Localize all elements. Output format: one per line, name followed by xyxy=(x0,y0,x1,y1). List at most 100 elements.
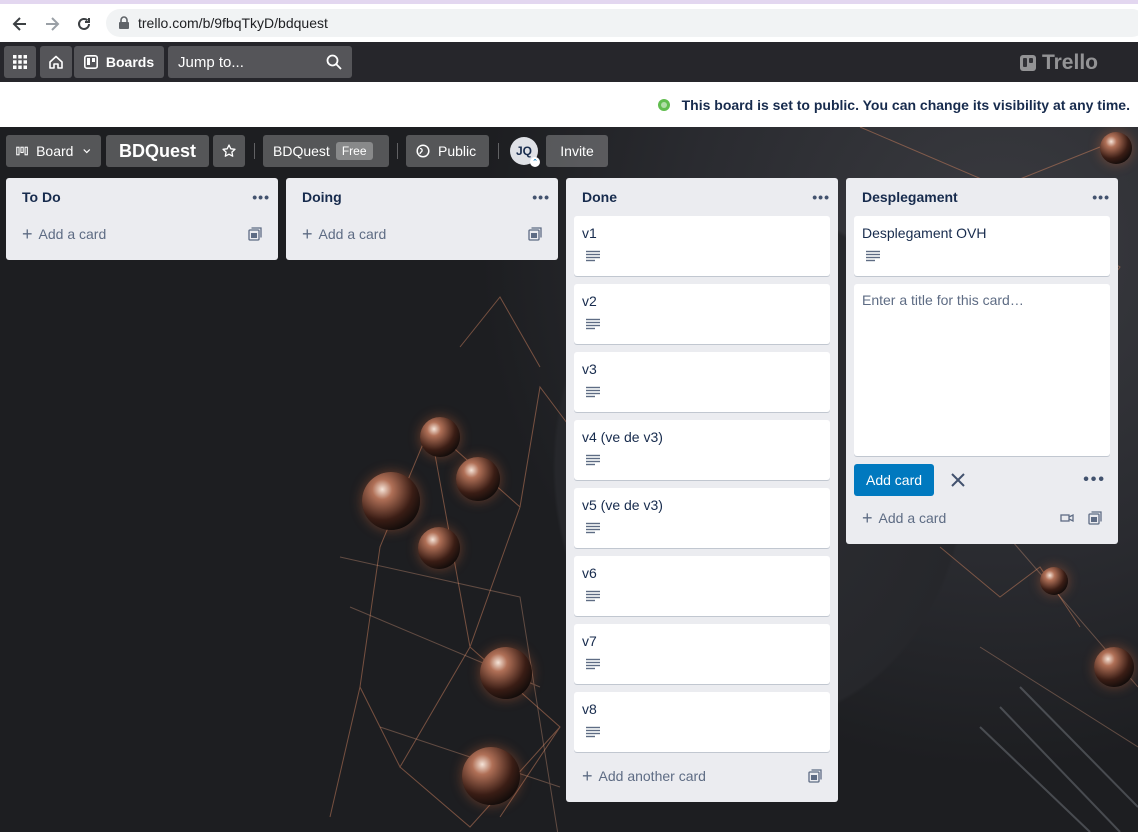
list-to-do: To Do ••• + Add a card xyxy=(6,178,278,260)
description-icon xyxy=(586,658,600,670)
home-button[interactable] xyxy=(40,46,72,78)
star-button[interactable] xyxy=(213,135,245,167)
url-text: trello.com/b/9fbqTkyD/bdquest xyxy=(138,15,328,31)
card[interactable]: v7 xyxy=(574,624,830,684)
card[interactable]: v5 (ve de v3) xyxy=(574,488,830,548)
card[interactable]: v2 xyxy=(574,284,830,344)
visibility-button[interactable]: Public xyxy=(406,135,489,167)
composer-controls: Add card ••• xyxy=(854,464,1110,496)
add-card-button[interactable]: + Add another card xyxy=(574,758,830,794)
address-bar[interactable]: trello.com/b/9fbqTkyD/bdquest xyxy=(106,9,1138,37)
card[interactable]: v3 xyxy=(574,352,830,412)
add-card-button[interactable]: + Add a card xyxy=(854,500,1110,536)
browser-toolbar: trello.com/b/9fbqTkyD/bdquest xyxy=(0,0,1138,42)
add-card-button[interactable]: + Add a card xyxy=(294,216,550,252)
add-card-submit-button[interactable]: Add card xyxy=(854,464,935,496)
workspace-button[interactable]: BDQuest Free xyxy=(263,135,389,167)
card-title: v3 xyxy=(582,361,597,377)
reload-icon[interactable] xyxy=(72,12,96,36)
star-icon xyxy=(222,144,236,157)
invite-button[interactable]: Invite xyxy=(546,135,608,167)
card-title-input[interactable] xyxy=(862,292,1102,448)
camera-icon[interactable] xyxy=(1060,513,1074,523)
board-icon xyxy=(83,55,98,69)
list-title[interactable]: Doing xyxy=(302,189,342,205)
board-view-switcher[interactable]: Board xyxy=(6,135,101,167)
list-menu-icon[interactable]: ••• xyxy=(252,189,270,205)
card-title: v4 (ve de v3) xyxy=(582,429,663,445)
visibility-banner: This board is set to public. You can cha… xyxy=(0,82,1138,127)
add-card-button[interactable]: + Add a card xyxy=(14,216,270,252)
list-title[interactable]: Done xyxy=(582,189,617,205)
description-icon xyxy=(586,318,600,330)
description-icon xyxy=(586,726,600,738)
list-header[interactable]: Doing ••• xyxy=(286,178,558,216)
plus-icon: + xyxy=(22,224,33,244)
divider xyxy=(254,143,255,159)
card-title: v5 (ve de v3) xyxy=(582,497,663,513)
card-title: v6 xyxy=(582,565,597,581)
avatar-initials: JQ xyxy=(515,144,532,158)
app-header: Boards Jump to... Trello xyxy=(0,42,1138,82)
forward-arrow-icon[interactable] xyxy=(40,12,64,36)
back-arrow-icon[interactable] xyxy=(8,12,32,36)
background-sphere xyxy=(1094,647,1134,687)
card-template-icon[interactable] xyxy=(1088,511,1102,525)
description-icon xyxy=(586,386,600,398)
jump-placeholder: Jump to... xyxy=(178,53,244,71)
visibility-label: Public xyxy=(438,143,477,159)
board-header: Board BDQuest BDQuest Free Public JQ ⌃ I… xyxy=(0,135,1138,167)
add-card-label: Add a card xyxy=(38,226,107,242)
description-icon xyxy=(586,522,600,534)
boards-button[interactable]: Boards xyxy=(74,46,164,78)
card-title: v1 xyxy=(582,225,597,241)
add-card-label: Add a card xyxy=(878,510,947,526)
card-template-icon[interactable] xyxy=(528,227,542,241)
list-menu-icon[interactable]: ••• xyxy=(812,189,830,205)
add-card-label: Add a card xyxy=(318,226,387,242)
list-menu-icon[interactable]: ••• xyxy=(1092,189,1110,205)
add-card-label: Add another card xyxy=(598,768,706,784)
background-sphere xyxy=(418,527,460,569)
list-title[interactable]: Desplegament xyxy=(862,189,958,205)
plan-badge: Free xyxy=(335,142,373,160)
divider xyxy=(498,143,499,159)
card[interactable]: Desplegament OVH xyxy=(854,216,1110,276)
trello-logo-icon xyxy=(1019,55,1036,71)
card-template-icon[interactable] xyxy=(248,227,262,241)
jump-to-search[interactable]: Jump to... xyxy=(168,46,352,78)
plus-icon: + xyxy=(302,224,313,244)
card[interactable]: v4 (ve de v3) xyxy=(574,420,830,480)
more-options-icon[interactable]: ••• xyxy=(1083,471,1106,489)
card-template-icon[interactable] xyxy=(808,769,822,783)
list-header[interactable]: Desplegament ••• xyxy=(846,178,1118,216)
banner-text: This board is set to public. You can cha… xyxy=(681,96,1130,113)
list-done: Done ••• v1 v2 v3 v4 (ve de v3) v5 (ve de v3… xyxy=(566,178,838,802)
card[interactable]: v8 xyxy=(574,692,830,752)
list-header[interactable]: Done ••• xyxy=(566,178,838,216)
member-avatar[interactable]: JQ ⌃ xyxy=(510,137,540,167)
board-name[interactable]: BDQuest xyxy=(106,135,209,167)
close-icon[interactable] xyxy=(946,468,970,492)
list-menu-icon[interactable]: ••• xyxy=(532,189,550,205)
workspace-name: BDQuest xyxy=(273,143,330,159)
list-doing: Doing ••• + Add a card xyxy=(286,178,558,260)
trello-logo[interactable]: Trello xyxy=(1019,51,1098,75)
list-desplegament: Desplegament ••• Desplegament OVH Add ca… xyxy=(846,178,1118,544)
background-sphere xyxy=(420,417,460,457)
description-icon xyxy=(586,250,600,262)
admin-chevron-icon: ⌃ xyxy=(530,157,540,167)
board-canvas: Board BDQuest BDQuest Free Public JQ ⌃ I… xyxy=(0,127,1138,832)
list-header[interactable]: To Do ••• xyxy=(6,178,278,216)
board-view-label: Board xyxy=(36,143,74,159)
trello-logo-text: Trello xyxy=(1041,51,1098,74)
card-composer[interactable] xyxy=(854,284,1110,456)
card[interactable]: v1 xyxy=(574,216,830,276)
background-sphere xyxy=(362,472,420,530)
plus-icon: + xyxy=(862,508,873,528)
boards-label: Boards xyxy=(105,54,155,70)
apps-switcher-button[interactable] xyxy=(4,46,36,78)
list-title[interactable]: To Do xyxy=(22,189,61,205)
card[interactable]: v6 xyxy=(574,556,830,616)
card-title: v8 xyxy=(582,701,597,717)
